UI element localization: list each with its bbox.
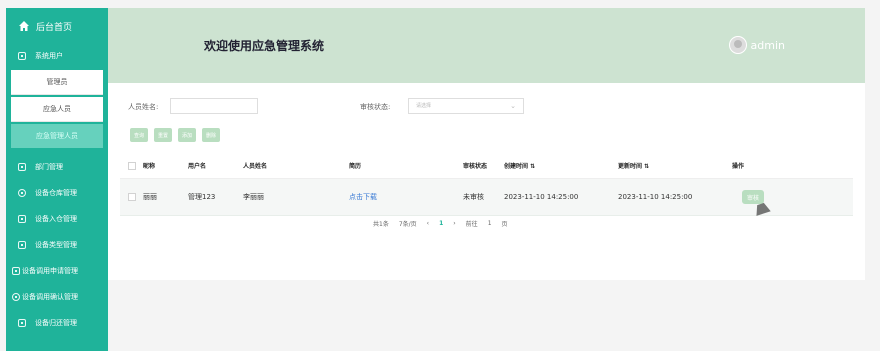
avatar-icon	[728, 36, 747, 54]
total-count: 共1条	[373, 221, 389, 228]
current-page[interactable]: 1	[439, 220, 443, 227]
sidebar-item-label: 设备调用确认管理	[22, 293, 78, 301]
person-name-input[interactable]	[170, 98, 258, 114]
sidebar-item-requests[interactable]: 设备调用申请管理	[6, 258, 108, 284]
review-status-select[interactable]: 请选择 ⌄	[408, 98, 524, 114]
sidebar-item-emergency-managers[interactable]: 应急管理人员	[11, 124, 103, 148]
previous-page-icon[interactable]: ‹	[427, 220, 429, 227]
menu-box-icon	[18, 163, 26, 171]
username: admin	[750, 38, 785, 52]
sidebar-item-label: 设备类型管理	[35, 241, 77, 249]
page-title: 欢迎使用应急管理系统	[204, 39, 325, 53]
user-menu[interactable]: admin	[728, 36, 785, 54]
delete-button[interactable]: 删除	[202, 128, 221, 142]
home-menu-item[interactable]: 后台首页	[6, 8, 108, 44]
column-header-actions: 操作	[732, 163, 745, 170]
home-label: 后台首页	[36, 22, 73, 33]
review-button[interactable]: 审核	[742, 190, 771, 216]
sidebar-item-label: 设备调用申请管理	[22, 267, 78, 275]
person-name-label: 人员姓名:	[128, 103, 159, 111]
pagination: 共1条 7条/页 ‹ 1 › 前往 1 页	[373, 219, 508, 228]
sidebar-item-returns[interactable]: 设备归还管理	[6, 310, 108, 336]
username-cell: 管理123	[188, 193, 216, 201]
column-header-created[interactable]: 创建时间 ⇅	[504, 161, 618, 170]
add-button[interactable]: 添加	[178, 128, 197, 142]
warehouse-icon	[18, 189, 26, 197]
reset-button[interactable]: 重置	[154, 128, 173, 142]
table-header: 昵称 用户名 人员姓名 简历 审核状态 创建时间 ⇅ 更新时间 ⇅ 操作	[120, 153, 853, 179]
confirm-icon	[12, 293, 20, 301]
created-time-cell: 2023-11-10 14:25:00	[504, 193, 579, 201]
review-status-cell: 未审核	[463, 193, 484, 201]
column-header-username: 用户名	[188, 163, 207, 170]
list-icon	[18, 241, 26, 249]
page-label: 页	[501, 221, 508, 228]
search-row: 人员姓名: 审核状态: 请选择 ⌄	[128, 98, 845, 116]
review-status-label: 审核状态:	[360, 103, 391, 111]
main-panel: 人员姓名: 审核状态: 请选择 ⌄ 查询 重置 添加 删除 昵称 用户名 人员姓…	[108, 83, 865, 280]
page-size-select[interactable]: 7条/页	[399, 219, 417, 228]
sidebar-item-departments[interactable]: 部门管理	[6, 154, 108, 180]
sidebar-item-label: 应急管理人员	[36, 132, 78, 140]
sidebar-item-types[interactable]: 设备类型管理	[6, 232, 108, 258]
system-users-label: 系统用户	[35, 52, 63, 60]
pointer-icon	[750, 192, 771, 216]
next-page-icon[interactable]: ›	[453, 220, 455, 227]
return-icon	[18, 319, 26, 327]
sidebar-item-warehouse[interactable]: 设备仓库管理	[6, 180, 108, 206]
query-button[interactable]: 查询	[130, 128, 149, 142]
column-header-status: 审核状态	[463, 163, 488, 170]
sidebar-item-label: 设备归还管理	[35, 319, 77, 327]
review-status-placeholder: 请选择	[416, 103, 432, 109]
sidebar-item-emergency-staff[interactable]: 应急人员	[11, 97, 103, 122]
data-table: 昵称 用户名 人员姓名 简历 审核状态 创建时间 ⇅ 更新时间 ⇅ 操作 丽丽 …	[120, 153, 853, 216]
system-users-menu[interactable]: 系统用户	[6, 44, 108, 68]
goto-page-input[interactable]: 1	[488, 220, 492, 227]
sidebar-item-label: 应急人员	[43, 105, 71, 113]
column-header-person-name: 人员姓名	[243, 163, 268, 170]
sidebar-item-inbound[interactable]: 设备入仓管理	[6, 206, 108, 232]
edit-icon	[18, 215, 26, 223]
chevron-down-icon: ⌄	[510, 102, 516, 110]
column-header-resume: 简历	[349, 163, 362, 170]
sidebar-item-label: 设备入仓管理	[35, 215, 77, 223]
home-icon	[19, 21, 29, 31]
person-name-cell: 李丽丽	[243, 193, 264, 201]
column-header-nickname: 昵称	[143, 163, 156, 170]
updated-time-cell: 2023-11-10 14:25:00	[618, 193, 693, 201]
sidebar-item-confirmations[interactable]: 设备调用确认管理	[6, 284, 108, 310]
toolbar: 查询 重置 添加 删除	[130, 128, 221, 142]
goto-label: 前往	[465, 221, 478, 228]
download-resume-link[interactable]: 点击下载	[349, 192, 463, 202]
top-header: 欢迎使用应急管理系统 admin	[108, 8, 865, 83]
request-icon	[12, 267, 20, 275]
select-all-checkbox[interactable]	[128, 161, 136, 170]
table-row: 丽丽 管理123 李丽丽 点击下载 未审核 2023-11-10 14:25:0…	[120, 179, 853, 216]
row-checkbox[interactable]	[128, 193, 136, 201]
sidebar-item-label: 部门管理	[35, 163, 63, 171]
users-icon	[18, 52, 26, 60]
sidebar-item-label: 设备仓库管理	[35, 189, 77, 197]
empty-content-area	[108, 280, 865, 351]
sidebar-item-admin[interactable]: 管理员	[11, 70, 103, 95]
nickname-cell: 丽丽	[143, 193, 157, 201]
column-header-updated[interactable]: 更新时间 ⇅	[618, 161, 732, 170]
sidebar: 后台首页 系统用户 管理员 应急人员 应急管理人员 部门管理 设备仓库管理 设备…	[6, 8, 108, 351]
sidebar-item-label: 管理员	[46, 78, 68, 86]
